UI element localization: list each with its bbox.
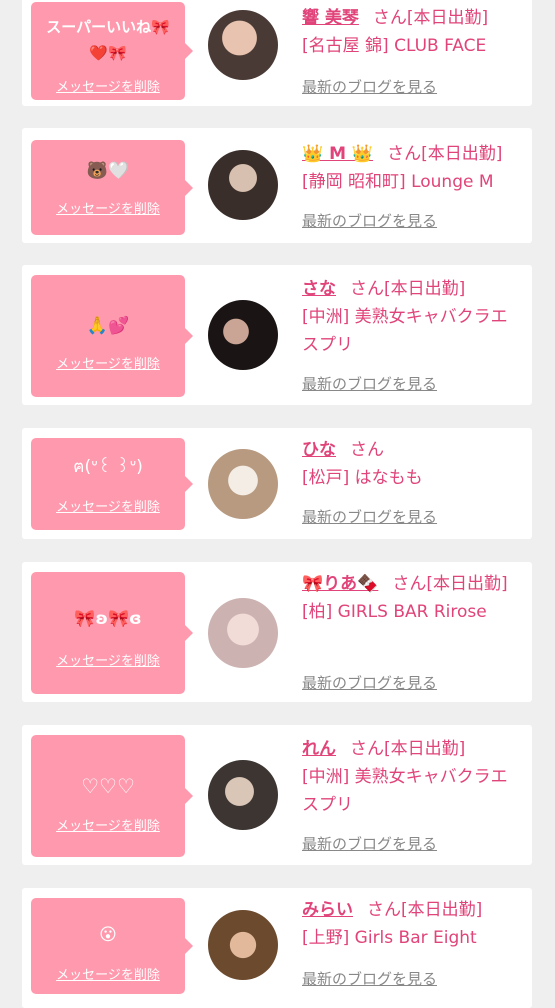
- cast-status: さん[本日出勤]: [367, 900, 483, 920]
- message-text: 😮: [99, 925, 117, 945]
- avatar[interactable]: [208, 760, 278, 830]
- latest-blog-link[interactable]: 最新のブログを見る: [302, 506, 437, 527]
- message-bubble: 😮 メッセージを削除: [31, 898, 193, 994]
- message-text: ♡♡♡: [81, 774, 135, 798]
- message-text: 🙏💕: [86, 316, 130, 336]
- card-info: 響 美琴 さん[本日出勤] [名古屋 錦] CLUB FACE: [302, 4, 522, 60]
- message-bubble: 🙏💕 メッセージを削除: [31, 275, 193, 397]
- cast-status: さん[本日出勤]: [350, 739, 466, 759]
- delete-message-link[interactable]: メッセージを削除: [31, 496, 185, 515]
- cast-name-link[interactable]: 響 美琴: [302, 8, 359, 28]
- shop-name: [静岡 昭和町] Lounge M: [302, 172, 494, 192]
- message-bubble: ฅ(ᐡ꒰ ꒱ᐡ) メッセージを削除: [31, 438, 193, 530]
- delete-message-link[interactable]: メッセージを削除: [31, 76, 185, 95]
- message-card: ♡♡♡ メッセージを削除 れん さん[本日出勤] [中洲] 美熟女キャバクラエスプ…: [22, 725, 532, 865]
- avatar[interactable]: [208, 449, 278, 519]
- message-text: 🐻🤍: [86, 161, 130, 181]
- message-bubble: 🎀ʚ🎀ɞ メッセージを削除: [31, 572, 193, 694]
- shop-name: [上野] Girls Bar Eight: [302, 928, 477, 948]
- message-text: 🎀ʚ🎀ɞ: [74, 609, 142, 629]
- delete-message-link[interactable]: メッセージを削除: [31, 353, 185, 372]
- latest-blog-link[interactable]: 最新のブログを見る: [302, 210, 437, 231]
- cast-name-link[interactable]: 🎀りあ🍫: [302, 574, 378, 594]
- message-card: 😮 メッセージを削除 みらい さん[本日出勤] [上野] Girls Bar Ei…: [22, 888, 532, 1008]
- shop-name: [松戸] はなもも: [302, 468, 423, 488]
- message-card: 🐻🤍 メッセージを削除 👑 M 👑 さん[本日出勤] [静岡 昭和町] Loung…: [22, 128, 532, 243]
- latest-blog-link[interactable]: 最新のブログを見る: [302, 76, 437, 97]
- message-card: ฅ(ᐡ꒰ ꒱ᐡ) メッセージを削除 ひな さん [松戸] はなもも 最新のブログを…: [22, 428, 532, 539]
- avatar[interactable]: [208, 910, 278, 980]
- cast-status: さん[本日出勤]: [372, 8, 489, 28]
- cast-status: さん[本日出勤]: [387, 144, 503, 164]
- delete-message-link[interactable]: メッセージを削除: [31, 815, 185, 834]
- message-text: ฅ(ᐡ꒰ ꒱ᐡ): [73, 457, 143, 477]
- shop-name: [名古屋 錦] CLUB FACE: [302, 36, 487, 56]
- cast-name-link[interactable]: れん: [302, 739, 336, 759]
- latest-blog-link[interactable]: 最新のブログを見る: [302, 373, 437, 394]
- shop-name: [柏] GIRLS BAR Rirose: [302, 602, 487, 622]
- card-info: 🎀りあ🍫 さん[本日出勤] [柏] GIRLS BAR Rirose: [302, 570, 522, 626]
- delete-message-link[interactable]: メッセージを削除: [31, 650, 185, 669]
- latest-blog-link[interactable]: 最新のブログを見る: [302, 672, 437, 693]
- message-text: スーパーいいね🎀❤️🎀: [46, 18, 170, 62]
- card-info: ひな さん [松戸] はなもも: [302, 436, 522, 492]
- cast-status: さん[本日出勤]: [350, 279, 466, 299]
- card-info: 👑 M 👑 さん[本日出勤] [静岡 昭和町] Lounge M: [302, 140, 522, 196]
- cast-name-link[interactable]: ひな: [302, 440, 336, 460]
- cast-status: さん: [350, 440, 384, 460]
- avatar[interactable]: [208, 300, 278, 370]
- shop-name: [中洲] 美熟女キャバクラエスプリ: [302, 307, 508, 355]
- card-info: みらい さん[本日出勤] [上野] Girls Bar Eight: [302, 896, 522, 952]
- message-card: 🙏💕 メッセージを削除 さな さん[本日出勤] [中洲] 美熟女キャバクラエスプリ…: [22, 265, 532, 405]
- message-card: スーパーいいね🎀❤️🎀 メッセージを削除 響 美琴 さん[本日出勤] [名古屋 錦…: [22, 0, 532, 106]
- shop-name: [中洲] 美熟女キャバクラエスプリ: [302, 767, 508, 815]
- cast-name-link[interactable]: みらい: [302, 900, 353, 920]
- card-info: さな さん[本日出勤] [中洲] 美熟女キャバクラエスプリ: [302, 275, 522, 359]
- latest-blog-link[interactable]: 最新のブログを見る: [302, 968, 437, 989]
- cast-name-link[interactable]: さな: [302, 279, 336, 299]
- message-bubble: 🐻🤍 メッセージを削除: [31, 140, 193, 235]
- cast-name-link[interactable]: 👑 M 👑: [302, 144, 373, 164]
- message-bubble: スーパーいいね🎀❤️🎀 メッセージを削除: [31, 2, 193, 100]
- avatar[interactable]: [208, 10, 278, 80]
- message-card: 🎀ʚ🎀ɞ メッセージを削除 🎀りあ🍫 さん[本日出勤] [柏] GIRLS BAR…: [22, 562, 532, 702]
- latest-blog-link[interactable]: 最新のブログを見る: [302, 833, 437, 854]
- avatar[interactable]: [208, 598, 278, 668]
- delete-message-link[interactable]: メッセージを削除: [31, 964, 185, 983]
- avatar[interactable]: [208, 150, 278, 220]
- cast-status: さん[本日出勤]: [392, 574, 508, 594]
- message-bubble: ♡♡♡ メッセージを削除: [31, 735, 193, 857]
- delete-message-link[interactable]: メッセージを削除: [31, 198, 185, 217]
- card-info: れん さん[本日出勤] [中洲] 美熟女キャバクラエスプリ: [302, 735, 522, 819]
